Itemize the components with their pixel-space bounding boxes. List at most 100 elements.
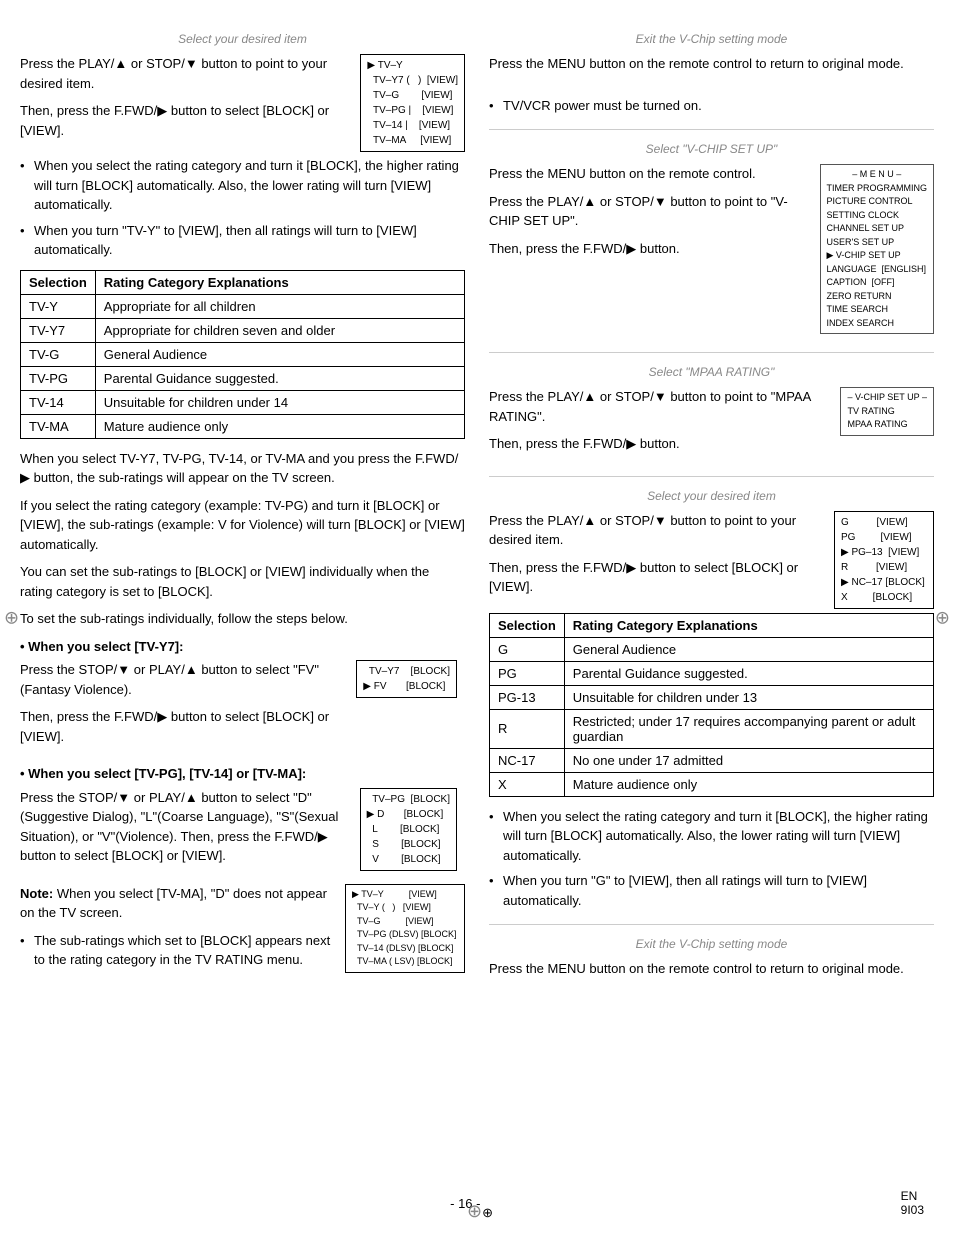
when-tvpg-text: Press the STOP/▼ or PLAY/▲ button to sel… [20, 788, 352, 874]
box-line: PG [VIEW] [841, 530, 927, 545]
exit2-title: Exit the V-Chip setting mode [489, 935, 934, 953]
vchip-setup-block: – M E N U – TIMER PROGRAMMING PICTURE CO… [489, 164, 934, 338]
para-subrating2: You can set the sub-ratings to [BLOCK] o… [20, 562, 465, 601]
box-line: TV–PG | [VIEW] [367, 103, 458, 118]
mpaa-title: Select "MPAA RATING" [489, 363, 934, 381]
final-section: ▶ TV–Y [VIEW] TV–Y ( ) [VIEW] TV–G [VIEW… [20, 884, 465, 980]
when-tvy7-text2: Then, press the F.FWD/▶ button to select… [20, 707, 348, 746]
when-tvpg-section: • When you select [TV-PG], [TV-14] or [T… [20, 764, 465, 874]
tvvcr-bullet: TV/VCR power must be turned on. [489, 96, 934, 116]
table-cell: PG [490, 661, 565, 685]
left-column: Select your desired item ▶ TV–Y TV–Y7 ( … [20, 30, 465, 1205]
exit-title: Exit the V-Chip setting mode [489, 30, 934, 48]
table-cell: TV-Y [21, 294, 96, 318]
menu-line: TIME SEARCH [827, 303, 928, 317]
table-row: TV-MAMature audience only [21, 414, 465, 438]
mpaa-para2: Then, press the F.FWD/▶ button. [489, 434, 934, 454]
menu-box-container: – M E N U – TIMER PROGRAMMING PICTURE CO… [820, 164, 935, 334]
menu-line: TIMER PROGRAMMING [827, 182, 928, 196]
box-line: S [BLOCK] [367, 837, 450, 852]
bullet-item: When you turn "TV-Y" to [VIEW], then all… [20, 221, 465, 260]
crosshair-left: ⊕ [4, 607, 19, 628]
right-column: Exit the V-Chip setting mode Press the M… [489, 30, 934, 1205]
table-cell: Appropriate for children seven and older [95, 318, 464, 342]
para-after-table1: When you select TV-Y7, TV-PG, TV-14, or … [20, 449, 465, 488]
box-line: TV–Y7 [BLOCK] [363, 664, 450, 679]
table-row: PGParental Guidance suggested. [490, 661, 934, 685]
tvvcr-bullets: TV/VCR power must be turned on. [489, 96, 934, 116]
box-line: R [VIEW] [841, 560, 927, 575]
menu-line: CHANNEL SET UP [827, 222, 928, 236]
table1-header-selection: Selection [21, 270, 96, 294]
box-line: ▶ D [BLOCK] [367, 807, 450, 822]
menu-line: CAPTION [OFF] [827, 276, 928, 290]
table-cell: Mature audience only [95, 414, 464, 438]
left-bullets-top: When you select the rating category and … [20, 156, 465, 260]
mpaa-block: – V-CHIP SET UP – TV RATING MPAA RATING … [489, 387, 934, 462]
divider3 [489, 476, 934, 477]
table-cell: General Audience [95, 342, 464, 366]
when-tvy7-section: • When you select [TV-Y7]: Press the STO… [20, 637, 465, 755]
page-footer: - 16 - EN 9I03 [0, 1189, 954, 1217]
when-tvpg-content: Press the STOP/▼ or PLAY/▲ button to sel… [20, 788, 465, 874]
table-row: TV-PGParental Guidance suggested. [21, 366, 465, 390]
menu-line: USER'S SET UP [827, 236, 928, 250]
table-cell: R [490, 709, 565, 748]
desired-box-container: G [VIEW] PG [VIEW] ▶ PG–13 [VIEW] R [VIE… [834, 511, 934, 609]
divider1 [489, 129, 934, 130]
exit-para: Press the MENU button on the remote cont… [489, 54, 934, 74]
menu-line: LANGUAGE [ENGLISH] [827, 263, 928, 277]
table-row: TV-YAppropriate for all children [21, 294, 465, 318]
tv-rating-table: Selection Rating Category Explanations T… [20, 270, 465, 439]
box-line: ▶ FV [BLOCK] [363, 679, 450, 694]
table-cell: TV-14 [21, 390, 96, 414]
page-number: - 16 - [30, 1196, 901, 1211]
setup-line: MPAA RATING [847, 418, 927, 432]
note-content: When you select [TV-MA], "D" does not ap… [20, 886, 327, 921]
menu-line: SETTING CLOCK [827, 209, 928, 223]
box-line: ▶ NC–17 [BLOCK] [841, 575, 927, 590]
menu-line: PICTURE CONTROL [827, 195, 928, 209]
table-cell: X [490, 772, 565, 796]
table-row: TV-GGeneral Audience [21, 342, 465, 366]
vchip-setup-box-container: – V-CHIP SET UP – TV RATING MPAA RATING [840, 387, 934, 436]
table-cell: Parental Guidance suggested. [564, 661, 933, 685]
box-line: TV–PG [BLOCK] [367, 792, 450, 807]
table-row: GGeneral Audience [490, 637, 934, 661]
table-cell: Unsuitable for children under 13 [564, 685, 933, 709]
menu-box: – M E N U – TIMER PROGRAMMING PICTURE CO… [820, 164, 935, 334]
right-bullets-bottom: When you select the rating category and … [489, 807, 934, 911]
exit2-para: Press the MENU button on the remote cont… [489, 959, 934, 979]
section1-block: ▶ TV–Y TV–Y7 ( ) [VIEW] TV–G [VIEW] TV–P… [20, 54, 465, 156]
when-tvy7-text1: Press the STOP/▼ or PLAY/▲ button to sel… [20, 660, 348, 699]
mini-box-tvrating: ▶ TV–Y TV–Y7 ( ) [VIEW] TV–G [VIEW] TV–P… [360, 54, 465, 152]
table2-header-explanation: Rating Category Explanations [564, 613, 933, 637]
when-tvpg-bold: • When you select [TV-PG], [TV-14] or [T… [20, 764, 465, 784]
table2-header-selection: Selection [490, 613, 565, 637]
table-cell: General Audience [564, 637, 933, 661]
box-line: TV–Y7 ( ) [VIEW] [367, 73, 458, 88]
footer-code: 9I03 [901, 1203, 924, 1217]
table-cell: TV-MA [21, 414, 96, 438]
mpaa-rating-table: Selection Rating Category Explanations G… [489, 613, 934, 797]
divider2 [489, 352, 934, 353]
box-line: ▶ TV–Y [367, 58, 458, 73]
menu-title: – M E N U – [827, 168, 928, 182]
table-cell: TV-PG [21, 366, 96, 390]
when-tvpg-text1: Press the STOP/▼ or PLAY/▲ button to sel… [20, 788, 352, 866]
setup-line: TV RATING [847, 405, 927, 419]
bullet-subrating: The sub-ratings which set to [BLOCK] app… [20, 931, 465, 970]
bullet-g: When you turn "G" to [VIEW], then all ra… [489, 871, 934, 910]
menu-line: ZERO RETURN [827, 290, 928, 304]
left-bullets-bottom: The sub-ratings which set to [BLOCK] app… [20, 931, 465, 970]
footer-en-code: EN 9I03 [901, 1189, 924, 1217]
table-row: XMature audience only [490, 772, 934, 796]
bullet-high: When you select the rating category and … [489, 807, 934, 866]
table-cell: PG-13 [490, 685, 565, 709]
para-steps: To set the sub-ratings individually, fol… [20, 609, 465, 629]
mini-box-tvpg: TV–PG [BLOCK] ▶ D [BLOCK] L [BLOCK] S [B… [360, 788, 457, 871]
box-line: TV–MA [VIEW] [367, 133, 458, 148]
box-line: TV–Y ( ) [VIEW] [352, 901, 458, 915]
table-cell: TV-Y7 [21, 318, 96, 342]
when-tvy7-text: Press the STOP/▼ or PLAY/▲ button to sel… [20, 660, 348, 754]
